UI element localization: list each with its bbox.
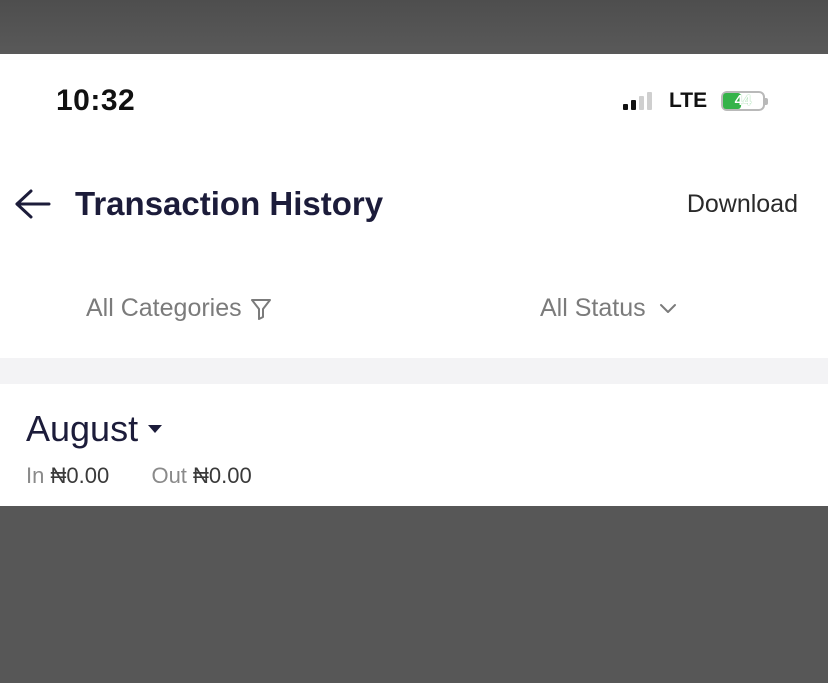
signal-bar xyxy=(631,100,636,110)
in-amount: ₦0.00 xyxy=(50,463,110,488)
filter-icon xyxy=(250,298,271,320)
signal-bar xyxy=(639,96,644,110)
status-bar: 10:32 LTE 44 xyxy=(0,54,828,154)
app-header: Transaction History Download xyxy=(0,174,828,234)
battery-level: 44 xyxy=(734,92,752,109)
signal-icon xyxy=(623,90,663,110)
out-amount: ₦0.00 xyxy=(193,463,252,488)
caret-down-icon xyxy=(148,425,163,433)
signal-bar xyxy=(647,92,652,110)
battery-icon: 44 xyxy=(721,91,769,113)
back-button[interactable] xyxy=(12,186,52,222)
status-filter-label: All Status xyxy=(540,294,646,322)
chevron-down-icon xyxy=(659,303,676,313)
month-label: August xyxy=(26,408,139,449)
arrow-left-icon xyxy=(15,189,51,219)
page-title: Transaction History xyxy=(75,185,384,222)
month-totals: In ₦0.00 Out ₦0.00 xyxy=(26,463,252,489)
status-time: 10:32 xyxy=(56,84,136,117)
categories-filter-label: All Categories xyxy=(86,294,242,322)
in-label: In xyxy=(26,463,45,488)
download-button[interactable]: Download xyxy=(687,190,798,219)
month-summary: August In ₦0.00 Out ₦0.00 xyxy=(0,384,828,506)
categories-filter[interactable]: All Categories xyxy=(86,294,272,323)
top-backdrop xyxy=(0,0,828,54)
network-type: LTE xyxy=(669,89,708,112)
status-filter[interactable]: All Status xyxy=(540,294,678,323)
month-selector[interactable]: August xyxy=(26,408,163,450)
section-divider xyxy=(0,358,828,384)
filter-bar: All Categories All Status xyxy=(0,286,828,332)
signal-bar xyxy=(623,104,628,110)
out-label: Out xyxy=(151,463,187,488)
phone-screen: 10:32 LTE 44 Transaction History Downloa… xyxy=(0,54,828,506)
